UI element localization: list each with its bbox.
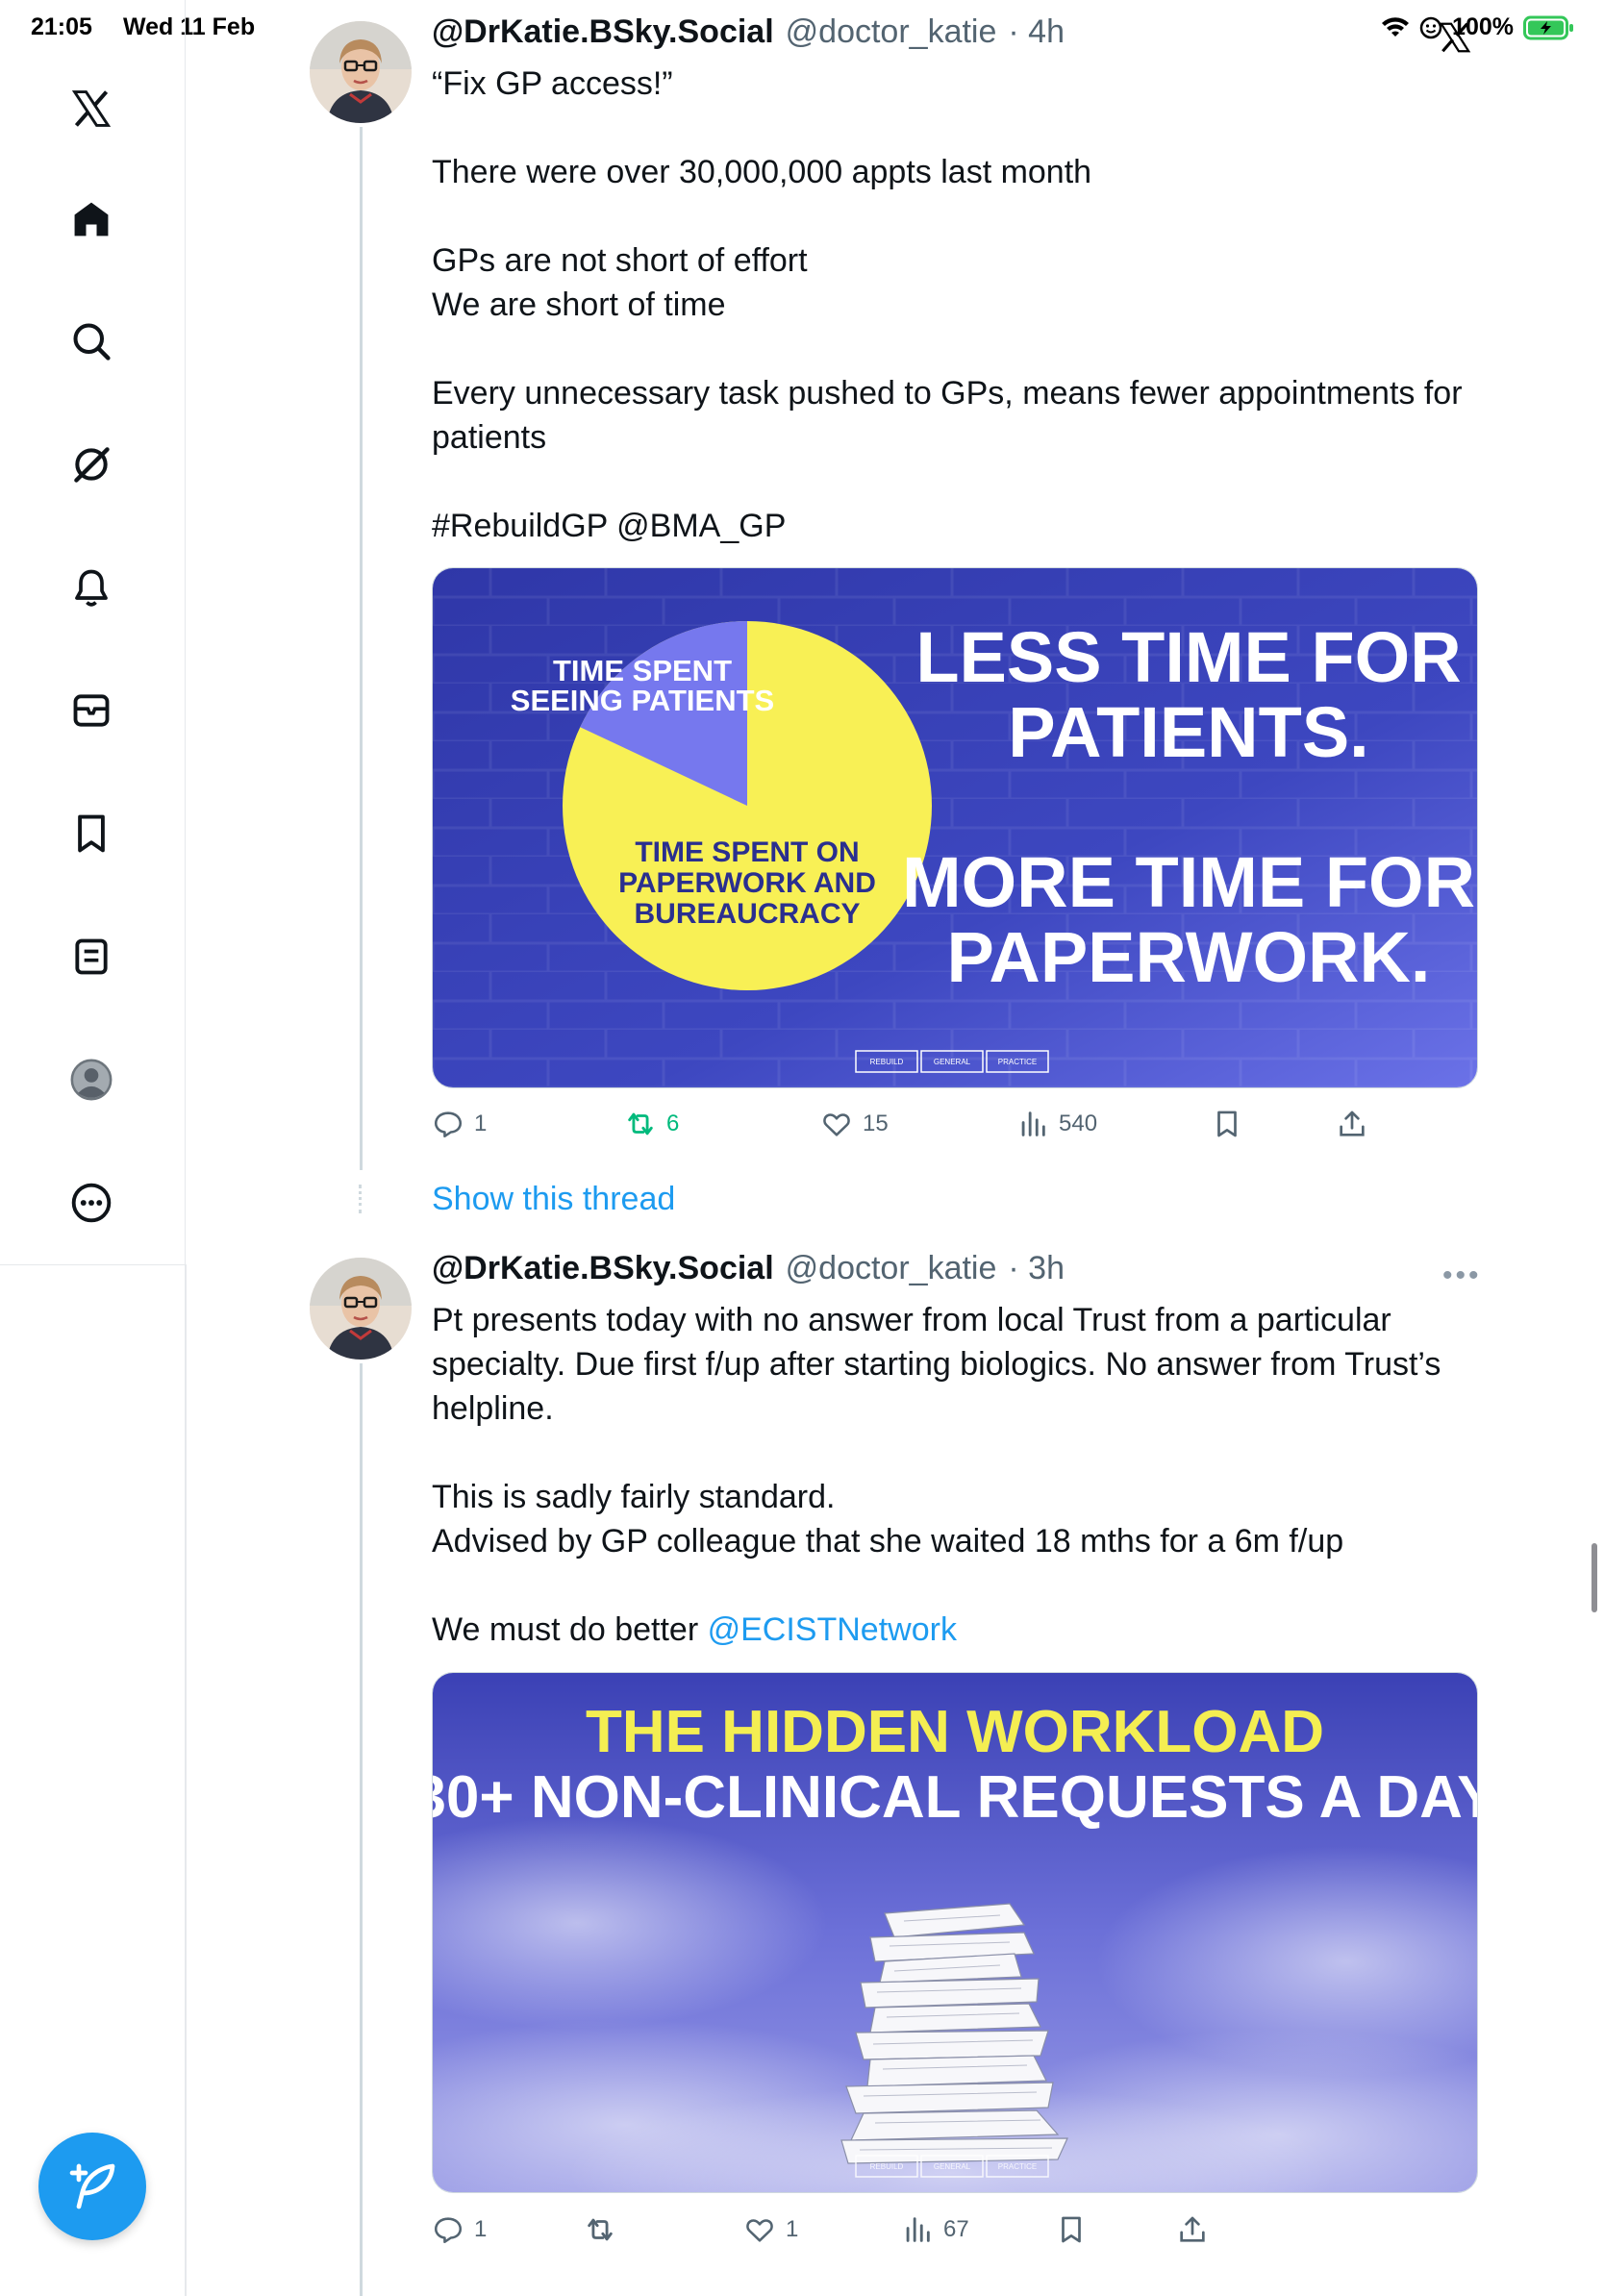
reply-icon [434,1111,463,1138]
share-icon [1180,2216,1205,2242]
author-handle[interactable]: @doctor_katie [786,13,997,51]
repost-icon [588,2218,613,2241]
workload-title-line-1: THE HIDDEN WORKLOAD [586,1699,1324,1765]
author-name[interactable]: @DrKatie.BSky.Social [432,13,774,51]
share-button[interactable] [1336,1108,1368,1140]
views-count: 540 [1059,1111,1098,1136]
profile-icon[interactable] [67,1056,115,1104]
show-thread-link[interactable]: Show this thread [432,1181,675,1218]
x-logo-icon[interactable] [67,85,115,133]
like-count: 1 [786,2216,799,2242]
sidebar-divider [185,1264,187,2296]
messages-icon[interactable] [67,686,115,735]
svg-text:GENERAL: GENERAL [934,1058,971,1066]
tweet-actions: 1 1 67 [432,2213,1403,2252]
tweet-text: Pt presents today with no answer from lo… [432,1298,1470,1652]
views-button[interactable]: 67 [901,2213,969,2246]
bookmark-icon [1217,1111,1237,1137]
pie-label-paperwork-line-3: BUREAUCRACY [634,898,860,930]
pie-label-paperwork-line-2: PAPERWORK AND [618,867,876,899]
thread-line-2 [360,1363,363,2296]
heart-icon [823,1113,850,1136]
workload-title-line-2: 30+ NON-CLINICAL REQUESTS A DAY [433,1764,1477,1831]
search-icon[interactable] [67,317,115,365]
more-options-icon[interactable]: ••• [1442,1260,1482,1292]
repost-count: 6 [666,1111,680,1136]
reply-count: 1 [474,2216,488,2242]
tweet-header: @DrKatie.BSky.Social @doctor_katie · 4h [432,13,1065,51]
share-icon [1340,1111,1365,1136]
avatar[interactable] [310,1258,412,1360]
tweet-media-image[interactable]: THE HIDDEN WORKLOAD 30+ NON-CLINICAL REQ… [432,1672,1478,2193]
tweet-media-image[interactable]: TIME SPENT SEEING PATIENTS TIME SPENT ON… [432,567,1478,1088]
bookmark-icon [1062,2216,1081,2243]
views-icon [1021,1111,1045,1136]
author-handle[interactable]: @doctor_katie [786,1250,997,1287]
more-icon[interactable] [67,1179,115,1227]
bookmark-button[interactable] [1055,2213,1088,2246]
home-icon[interactable] [67,195,115,243]
sidebar-nav [0,0,186,1265]
headline-line-2: PATIENTS. [1008,692,1369,772]
status-icons: 100% [1381,13,1575,41]
battery-icon [1523,15,1573,39]
headline-line-3: MORE TIME FOR [902,842,1475,922]
tweet-header: @DrKatie.BSky.Social @doctor_katie · 3h [432,1250,1065,1287]
x-logo-overlay-icon [1439,22,1471,53]
repost-icon [628,1112,653,1136]
repost-button[interactable]: 6 [624,1108,679,1140]
rebuild-gp-infographic: TIME SPENT SEEING PATIENTS TIME SPENT ON… [433,568,1477,1087]
heart-icon [746,2219,773,2242]
notifications-icon[interactable] [67,563,115,611]
svg-text:PRACTICE: PRACTICE [998,2162,1037,2171]
tweet-text: “Fix GP access!” There were over 30,000,… [432,65,1463,544]
tweet-time[interactable]: · 4h [1008,13,1065,51]
grok-icon[interactable] [67,440,115,488]
headline-line-4: PAPERWORK. [947,917,1431,997]
thread-line-1 [360,127,363,1170]
tweet-actions: 1 6 15 540 [432,1108,1403,1146]
views-icon [906,2217,930,2242]
pie-label-patients-line-1: TIME SPENT [553,654,732,687]
svg-text:REBUILD: REBUILD [870,1058,904,1066]
pie-label-paperwork-line-1: TIME SPENT ON [635,836,859,868]
scrollbar[interactable] [1591,1543,1597,1612]
reply-button[interactable]: 1 [432,2213,487,2246]
wifi-icon [1382,16,1410,37]
author-name[interactable]: @DrKatie.BSky.Social [432,1250,774,1287]
tweet-text-body: Pt presents today with no answer from lo… [432,1302,1441,1560]
reply-icon [434,2217,463,2244]
svg-text:GENERAL: GENERAL [934,2162,971,2171]
headline-line-1: LESS TIME FOR [915,617,1461,697]
reply-count: 1 [474,1111,488,1136]
like-button[interactable]: 1 [743,2213,798,2246]
reply-button[interactable]: 1 [432,1108,487,1140]
views-button[interactable]: 540 [1016,1108,1097,1140]
hidden-workload-infographic: THE HIDDEN WORKLOAD 30+ NON-CLINICAL REQ… [433,1673,1477,2192]
svg-text:REBUILD: REBUILD [870,2162,904,2171]
like-count: 15 [863,1111,889,1136]
compose-icon [69,2163,115,2209]
tweet-time[interactable]: · 3h [1008,1250,1065,1287]
thread-gap [359,1185,364,1213]
lists-icon[interactable] [67,933,115,981]
tweet-text-prefix: We must do better [432,1611,708,1648]
svg-text:PRACTICE: PRACTICE [998,1058,1037,1066]
like-button[interactable]: 15 [820,1108,889,1140]
compose-button[interactable] [38,2133,146,2240]
bookmark-button[interactable] [1211,1108,1243,1140]
repost-button[interactable] [584,2213,626,2246]
mention-link[interactable]: @ECISTNetwork [708,1611,957,1648]
pie-label-patients-line-2: SEEING PATIENTS [511,684,774,717]
views-count: 67 [943,2216,969,2242]
avatar[interactable] [310,21,412,123]
bookmarks-icon[interactable] [67,810,115,858]
share-button[interactable] [1176,2213,1209,2246]
